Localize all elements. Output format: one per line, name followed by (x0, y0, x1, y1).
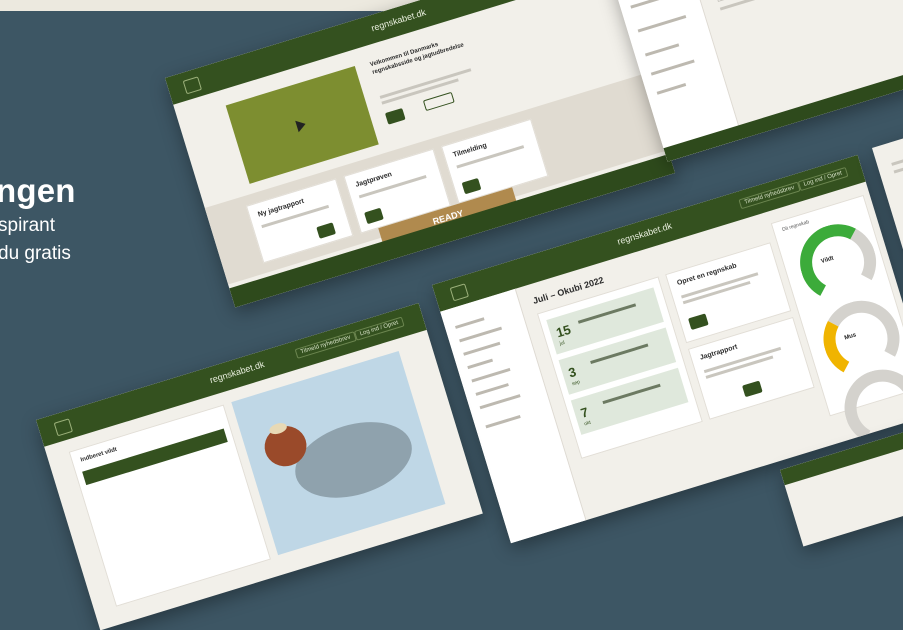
play-icon[interactable] (295, 118, 308, 133)
text-line (590, 343, 649, 364)
site-name: regnskabet.dk (370, 7, 428, 34)
sidebar-item[interactable] (475, 383, 509, 396)
text-line (891, 148, 903, 166)
event-day: 3 (566, 364, 578, 381)
duck-photo (231, 350, 446, 556)
sidebar-item[interactable] (656, 83, 687, 95)
newsletter-button[interactable]: Tilmeld nyhedsbrev (738, 181, 801, 210)
card-button[interactable] (316, 222, 336, 239)
newsletter-button[interactable]: Tilmeld nyhedsbrev (294, 331, 357, 359)
sidebar-item[interactable] (637, 15, 687, 33)
site-logo (182, 76, 203, 95)
hero-title: ngen (0, 172, 76, 209)
event-month: okt (583, 419, 592, 428)
site-header: regnskabet.dk (165, 0, 614, 105)
login-button[interactable]: Log ind / Opret (353, 316, 405, 341)
sidebar-item[interactable] (471, 367, 511, 383)
sidebar-item[interactable] (479, 394, 521, 410)
text-line (577, 303, 637, 324)
mockup-report-page: regnskabet.dk Tilmeld nyhedsbrev Log ind… (36, 303, 483, 630)
card-button[interactable] (461, 177, 482, 195)
site-name: regnskabet.dk (616, 220, 674, 247)
sidebar-item[interactable] (455, 317, 485, 329)
site-logo (53, 418, 74, 437)
hero-text-line-1: spirant (0, 215, 56, 236)
event-month: jul (559, 339, 566, 348)
event-day: 7 (578, 404, 591, 421)
event-month: sep (571, 379, 581, 388)
sidebar-item[interactable] (463, 341, 501, 356)
sidebar-item[interactable] (644, 43, 680, 57)
card-button[interactable] (364, 207, 384, 225)
gauge-green (790, 214, 886, 310)
sidebar-item[interactable] (485, 414, 521, 429)
hero-description: spirant du gratis (0, 212, 168, 268)
text-line (379, 68, 472, 99)
sidebar-item[interactable] (650, 59, 695, 76)
event-day: 15 (554, 321, 573, 341)
sidebar-item[interactable] (630, 0, 670, 9)
card-button[interactable] (742, 380, 763, 398)
cta-button[interactable] (384, 107, 406, 125)
sidebar-item[interactable] (459, 326, 503, 343)
card-title: Jagtrapport (699, 343, 739, 362)
hero-text-line-2: du gratis (0, 243, 71, 264)
card-title: Indberet vildt (79, 446, 118, 464)
card-button[interactable] (688, 313, 709, 331)
sidebar-item[interactable] (467, 358, 494, 370)
text-line (602, 383, 661, 405)
form-field[interactable] (714, 0, 835, 2)
login-button[interactable]: Log ind / Opret (797, 167, 849, 192)
site-logo (449, 283, 470, 302)
form-header-bar (82, 428, 228, 486)
site-name: regnskabet.dk (208, 359, 266, 386)
stats-title: Dit regnskab (781, 219, 811, 234)
secondary-button[interactable] (422, 91, 455, 112)
text-line (719, 0, 779, 11)
duck-body (285, 408, 422, 511)
